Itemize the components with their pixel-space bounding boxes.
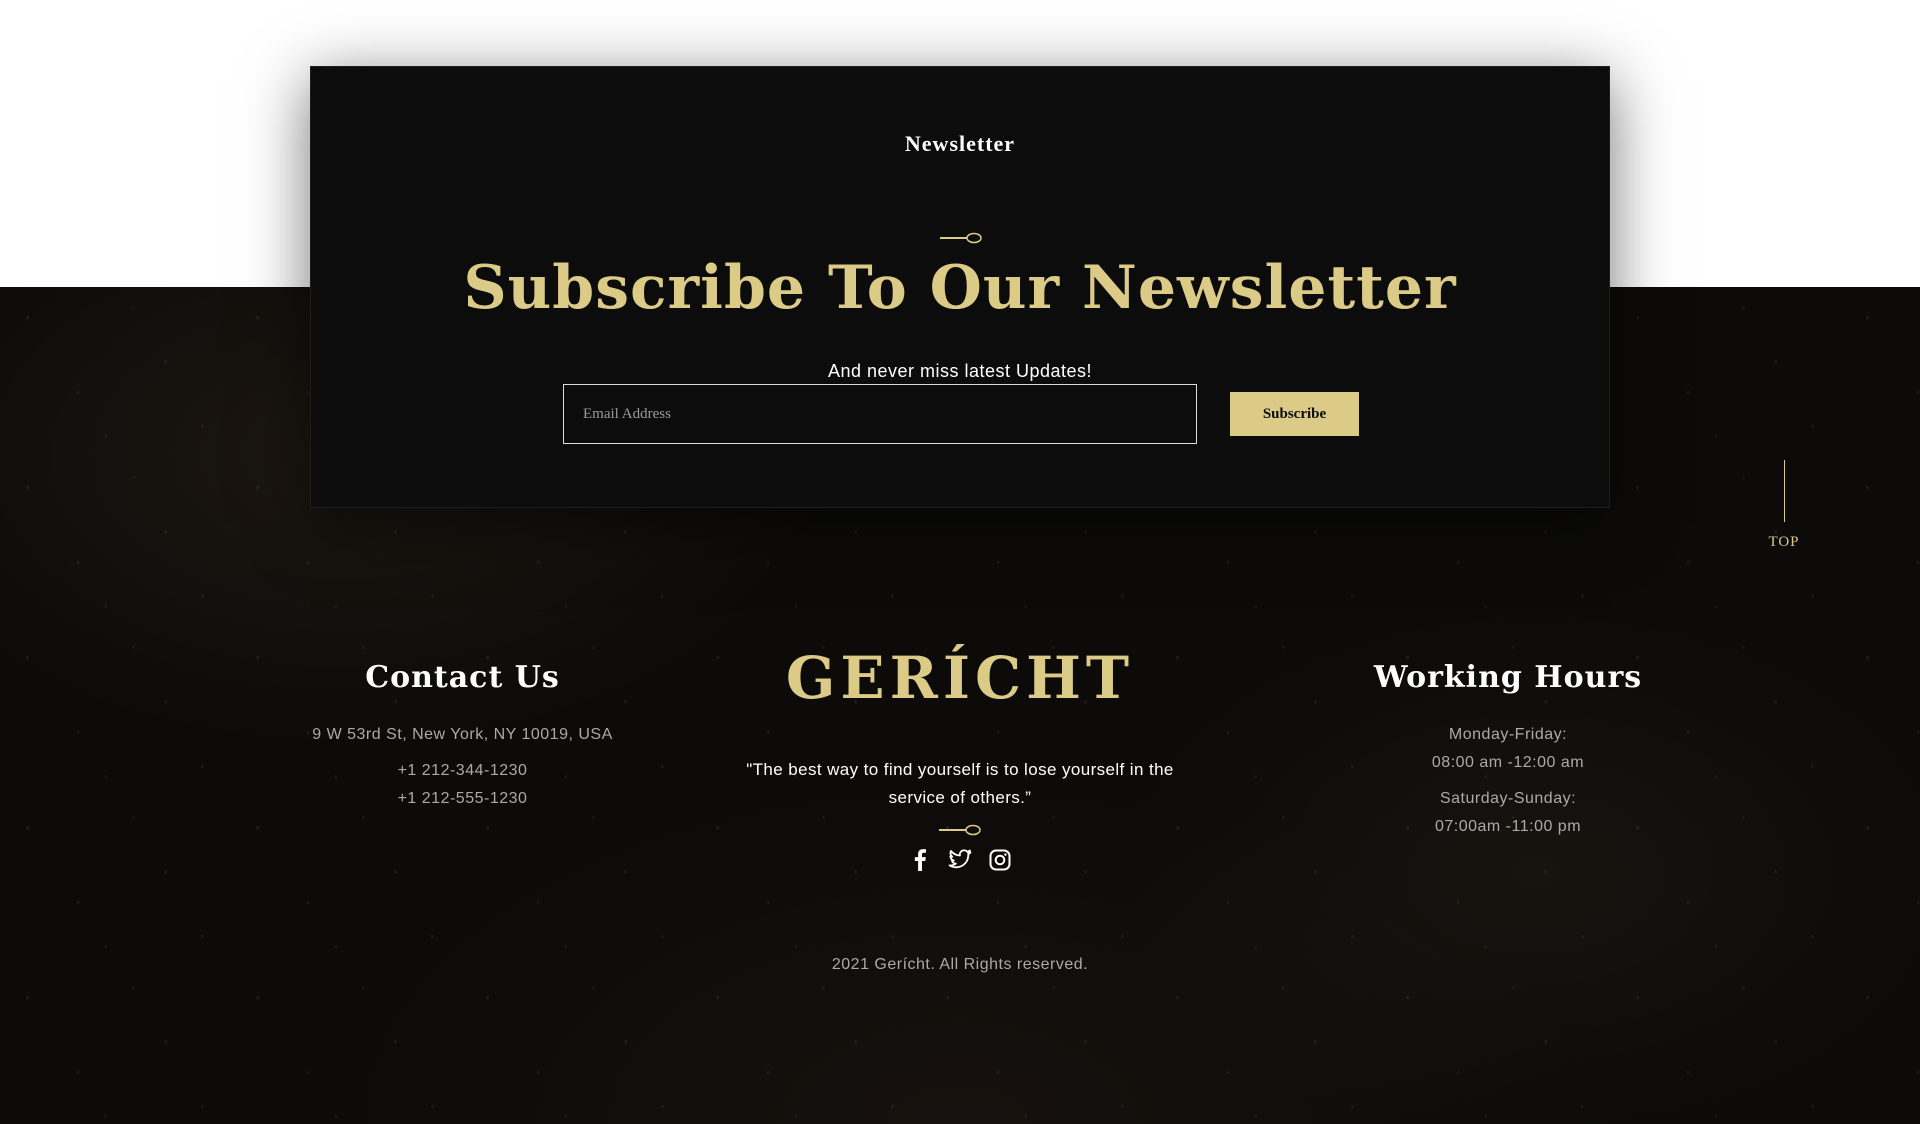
newsletter-subtitle: Newsletter bbox=[904, 131, 1016, 156]
facebook-icon[interactable] bbox=[908, 848, 932, 872]
weekend-time: 07:00am -11:00 pm bbox=[1434, 818, 1582, 835]
spoon-divider-icon bbox=[940, 232, 982, 244]
copyright-text: 2021 Gerícht. All Rights reserved. bbox=[831, 956, 1089, 973]
twitter-icon[interactable] bbox=[948, 848, 972, 872]
top-line bbox=[1783, 460, 1785, 522]
top-label: TOP bbox=[1768, 534, 1800, 550]
newsletter-card: Newsletter Subscribe To Our Newsletter A… bbox=[310, 66, 1610, 508]
newsletter-text: And never miss latest Updates! bbox=[827, 361, 1093, 381]
weekday-label: Monday-Friday: bbox=[1448, 726, 1568, 743]
contact-phone-2: +1 212-555-1230 bbox=[397, 790, 528, 807]
contact-address: 9 W 53rd St, New York, NY 10019, USA bbox=[312, 726, 613, 743]
brand-quote: "The best way to find yourself is to los… bbox=[746, 760, 1174, 807]
brand-column: GERÍCHT "The best way to find yourself i… bbox=[730, 638, 1190, 872]
contact-heading: Contact Us bbox=[365, 660, 560, 695]
newsletter-title: Subscribe To Our Newsletter bbox=[463, 253, 1457, 323]
spoon-divider-icon bbox=[939, 824, 981, 836]
contact-phone-1: +1 212-344-1230 bbox=[397, 762, 528, 779]
weekend-label: Saturday-Sunday: bbox=[1439, 790, 1577, 807]
hours-column: Working Hours Monday-Friday: 08:00 am -1… bbox=[1320, 660, 1696, 841]
page: Newsletter Subscribe To Our Newsletter A… bbox=[0, 0, 1920, 1124]
subscribe-button[interactable]: Subscribe bbox=[1230, 392, 1359, 436]
contact-column: Contact Us 9 W 53rd St, New York, NY 100… bbox=[290, 660, 635, 813]
social-links bbox=[730, 848, 1190, 872]
brand-logo: GERÍCHT bbox=[785, 644, 1135, 712]
instagram-icon[interactable] bbox=[988, 848, 1012, 872]
weekday-time: 08:00 am -12:00 am bbox=[1431, 754, 1585, 771]
email-input[interactable] bbox=[563, 384, 1197, 444]
back-to-top-link[interactable]: TOP bbox=[1766, 460, 1802, 551]
hours-heading: Working Hours bbox=[1373, 660, 1643, 695]
